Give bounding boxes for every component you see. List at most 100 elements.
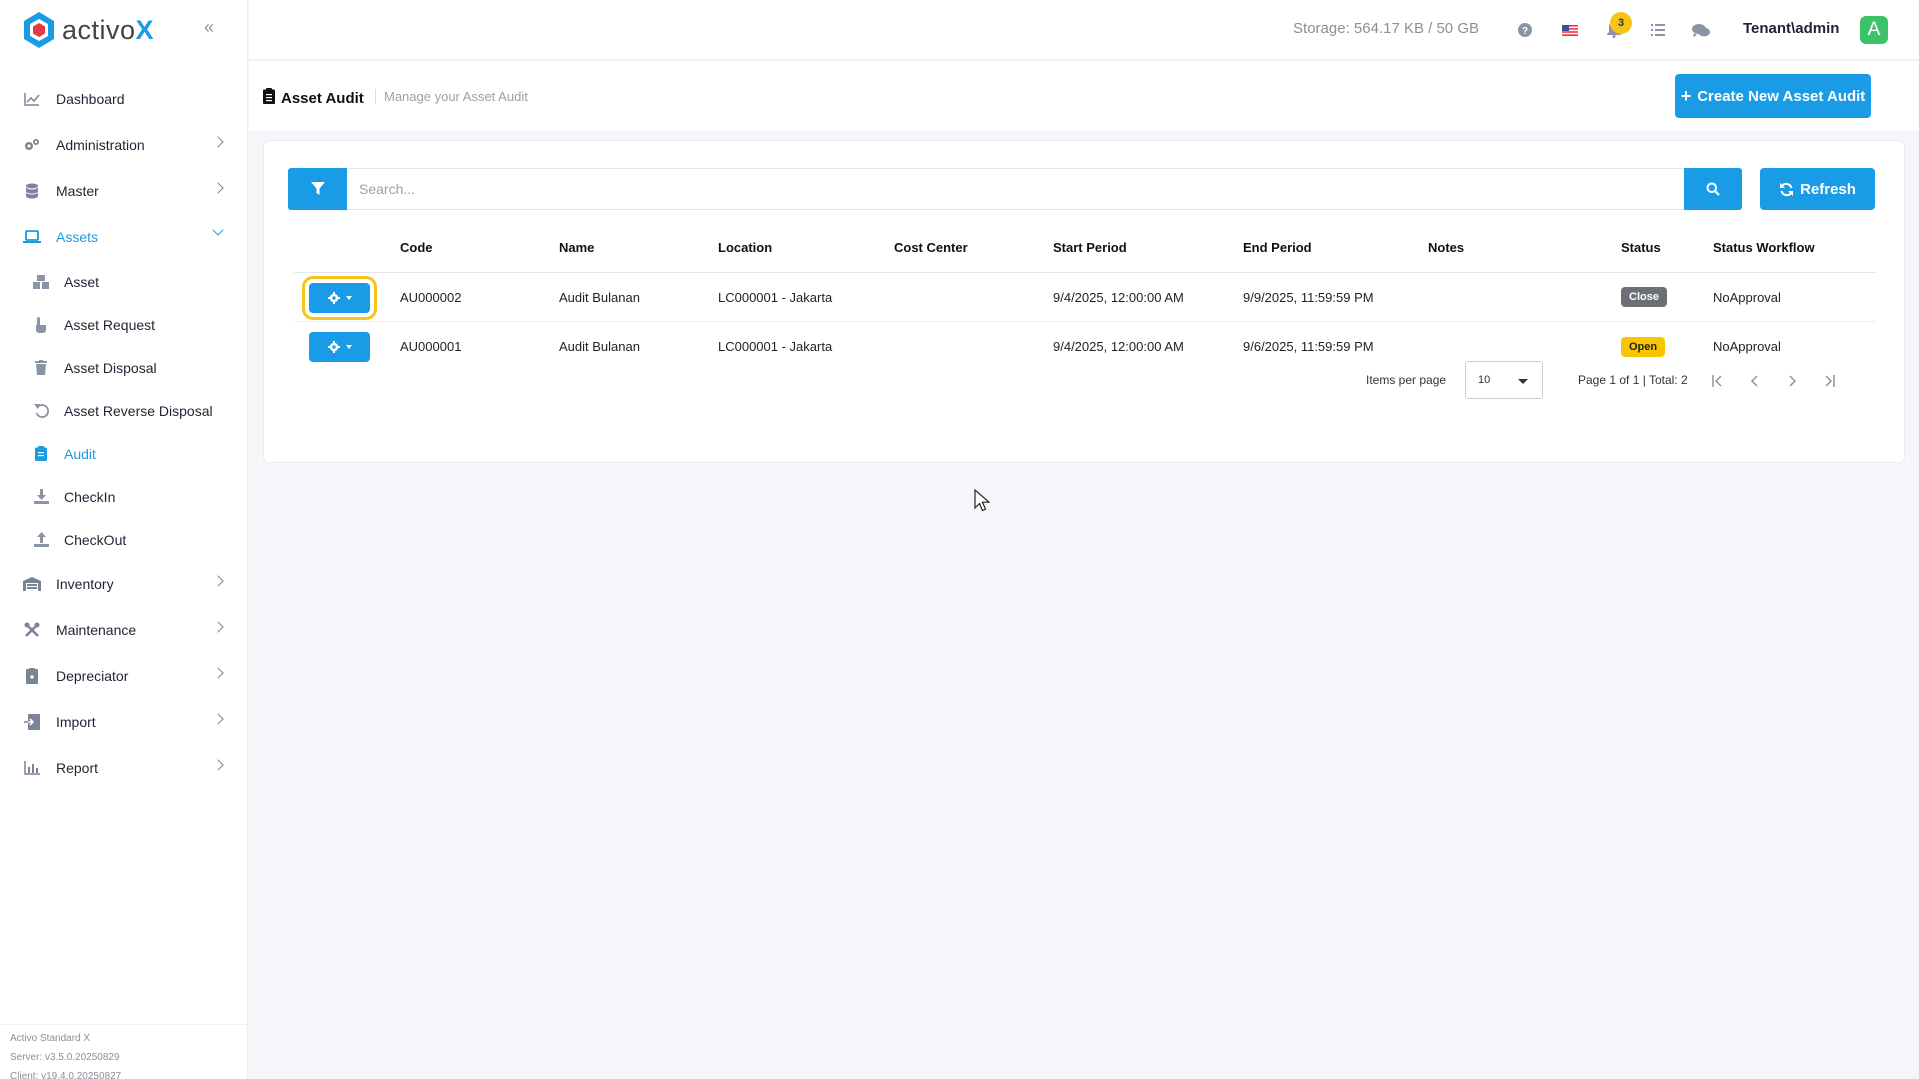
refresh-label: Refresh [1800, 180, 1856, 198]
sidebar-item-label: Dashboard [56, 91, 125, 107]
sidebar-item-assets[interactable]: Assets [0, 214, 248, 260]
sidebar-item-label: Import [56, 714, 96, 730]
page-title-text: Asset Audit [281, 89, 364, 107]
column-header-status-workflow[interactable]: Status Workflow [1713, 240, 1863, 255]
sidebar-item-maintenance[interactable]: Maintenance [0, 607, 248, 653]
laptop-icon [22, 227, 42, 247]
gear-icon [327, 292, 340, 304]
sidebar-subitem-label: Asset [64, 273, 100, 290]
sidebar-subitem-asset-disposal[interactable]: Asset Disposal [0, 346, 248, 389]
app-logo[interactable]: activoX [22, 10, 154, 50]
hand-pointer-icon [32, 316, 50, 334]
undo-icon [32, 402, 50, 420]
sidebar-subitem-asset-reverse-disposal[interactable]: Asset Reverse Disposal [0, 389, 248, 432]
chevron-right-icon [212, 759, 224, 771]
sidebar-item-label: Inventory [56, 576, 114, 592]
user-name[interactable]: Tenant\admin [1743, 20, 1839, 37]
chevron-right-icon [212, 575, 224, 587]
tools-icon [22, 620, 42, 640]
search-button[interactable] [1684, 168, 1742, 210]
sidebar-subitem-checkin[interactable]: CheckIn [0, 475, 248, 518]
clipboard-icon [32, 445, 50, 463]
column-header-location[interactable]: Location [718, 240, 894, 255]
sidebar-item-import[interactable]: Import [0, 699, 248, 745]
cell-status-workflow: NoApproval [1713, 289, 1781, 305]
items-per-page-label: Items per page [1366, 373, 1447, 387]
caret-down-icon [345, 345, 352, 349]
cell-code: AU000002 [400, 289, 462, 305]
help-icon[interactable]: ? [1515, 20, 1535, 40]
column-header-status[interactable]: Status [1621, 240, 1713, 255]
previous-page-icon[interactable] [1743, 369, 1767, 393]
sidebar-subitem-audit[interactable]: Audit [0, 432, 248, 475]
download-icon [32, 488, 50, 506]
gear-icon [327, 341, 340, 353]
chevron-right-icon [212, 136, 224, 148]
items-per-page-select[interactable]: 10 [1465, 361, 1543, 399]
chevron-right-icon [212, 713, 224, 725]
column-header-name[interactable]: Name [559, 240, 718, 255]
import-icon [22, 712, 42, 732]
sidebar-subitem-checkout[interactable]: CheckOut [0, 518, 248, 561]
column-header-actions [294, 223, 400, 272]
sidebar-item-administration[interactable]: Administration [0, 122, 248, 168]
notification-badge: 3 [1610, 12, 1632, 34]
row-actions-button[interactable] [309, 332, 370, 362]
sidebar-item-inventory[interactable]: Inventory [0, 561, 248, 607]
cell-status-workflow: NoApproval [1713, 339, 1781, 354]
storage-usage: Storage: 564.17 KB / 50 GB [1293, 20, 1479, 37]
sidebar-subitem-label: Audit [64, 445, 96, 462]
calculator-icon [22, 666, 42, 686]
logo-hex-icon [24, 12, 54, 48]
next-page-icon[interactable] [1780, 369, 1804, 393]
sidebar-item-depreciator[interactable]: Depreciator [0, 653, 248, 699]
cell-end-period: 9/6/2025, 11:59:59 PM [1243, 339, 1374, 354]
page-title: Asset Audit [263, 88, 364, 108]
column-header-start-period[interactable]: Start Period [1053, 240, 1243, 255]
chevron-right-icon [212, 621, 224, 633]
audit-list-card: Refresh Code Name Location Cost Center S… [263, 140, 1905, 463]
sidebar-subitem-label: CheckOut [64, 531, 127, 548]
column-header-end-period[interactable]: End Period [1243, 240, 1428, 255]
warehouse-icon [22, 574, 42, 594]
sidebar-subitem-asset[interactable]: Asset [0, 260, 248, 303]
sidebar-subitem-asset-request[interactable]: Asset Request [0, 303, 248, 346]
cogs-icon [22, 135, 42, 155]
bar-chart-icon [22, 758, 42, 778]
create-button-label: Create New Asset Audit [1697, 87, 1866, 105]
first-page-icon[interactable] [1706, 369, 1730, 393]
dropdown-arrow-icon [1518, 379, 1528, 384]
last-page-icon[interactable] [1817, 369, 1841, 393]
column-header-code[interactable]: Code [400, 240, 559, 255]
column-header-cost-center[interactable]: Cost Center [894, 240, 1053, 255]
sidebar-item-label: Administration [56, 137, 145, 153]
trash-icon [32, 359, 50, 377]
chart-line-icon [22, 89, 42, 109]
collapse-sidebar-icon[interactable]: « [204, 18, 222, 36]
cell-location: LC000001 - Jakarta [718, 289, 833, 305]
task-list-icon[interactable] [1648, 20, 1668, 40]
page-info: Page 1 of 1 | Total: 2 [1578, 373, 1688, 387]
column-header-notes[interactable]: Notes [1428, 240, 1621, 255]
mouse-cursor-icon [974, 489, 990, 512]
row-actions-button[interactable] [302, 276, 377, 320]
refresh-button[interactable]: Refresh [1760, 168, 1875, 210]
table-header: Code Name Location Cost Center Start Per… [294, 223, 1876, 273]
sidebar-item-report[interactable]: Report [0, 745, 248, 791]
sidebar-nav: Dashboard Administration Master Assets A… [0, 76, 248, 791]
client-version: Client: v19.4.0.20250827 [10, 1071, 122, 1079]
sidebar-subitem-label: Asset Request [64, 316, 156, 333]
clipboard-icon [263, 88, 275, 108]
avatar[interactable]: A [1860, 16, 1888, 44]
search-input[interactable] [347, 168, 1684, 210]
server-version: Server: v3.5.0.20250829 [10, 1052, 120, 1063]
filter-icon [310, 182, 325, 195]
us-flag-icon[interactable] [1560, 20, 1580, 40]
create-asset-audit-button[interactable]: + Create New Asset Audit [1675, 74, 1871, 118]
sidebar-item-dashboard[interactable]: Dashboard [0, 76, 248, 122]
sidebar-item-master[interactable]: Master [0, 168, 248, 214]
table-row[interactable]: AU000002 Audit Bulanan LC000001 - Jakart… [294, 273, 1876, 322]
chat-icon[interactable] [1691, 20, 1711, 40]
sidebar-item-label: Master [56, 183, 99, 199]
filter-button[interactable] [288, 168, 347, 210]
